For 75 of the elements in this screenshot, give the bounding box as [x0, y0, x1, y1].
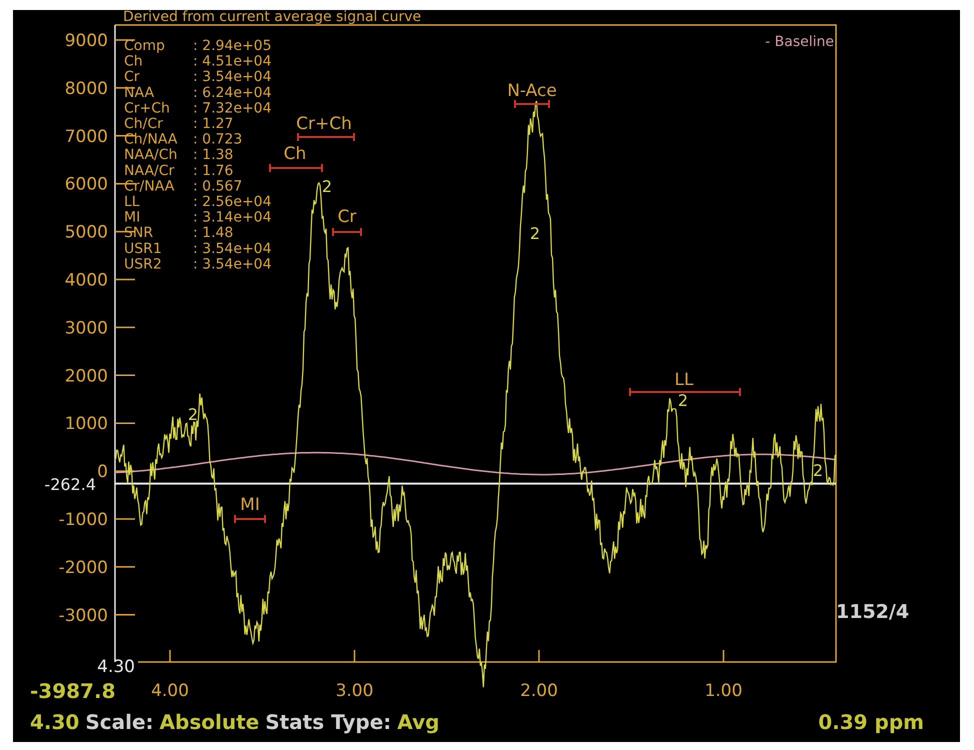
- stat-value: : 3.54e+04: [193, 240, 272, 257]
- stat-label: USR1: [124, 240, 162, 257]
- peak-range-bar: [514, 99, 550, 109]
- peak-label: MI: [240, 495, 260, 515]
- stat-value: : 3.54e+04: [193, 69, 272, 86]
- peak-range-bar: [269, 163, 323, 173]
- y-tick-label: 8000: [64, 78, 108, 99]
- peak-range-bar: [297, 132, 355, 142]
- y-tick-label: 0: [97, 462, 108, 482]
- stat-label: Ch/Cr: [124, 116, 163, 132]
- stat-value: : 1.76: [193, 162, 234, 179]
- y-tick-label: -2000: [58, 558, 108, 578]
- stat-label: Cr/NAA: [124, 178, 174, 194]
- peak-range-bar: [234, 514, 266, 524]
- stat-label: Ch: [124, 54, 143, 70]
- x-tick-label: 3.00: [336, 681, 374, 701]
- peak-marker: 2: [530, 224, 540, 243]
- stat-label: SNR: [124, 225, 154, 242]
- x-start-label: 4.30: [97, 657, 135, 677]
- stat-label: NAA/Ch: [124, 147, 178, 164]
- stat-value: : 6.24e+04: [193, 84, 272, 101]
- peak-label: Ch: [284, 144, 306, 164]
- y-tick-label: 5000: [64, 222, 108, 243]
- stat-label: MI: [124, 210, 140, 226]
- peak-label: LL: [674, 370, 694, 390]
- stat-value: : 0.567: [193, 178, 242, 194]
- y-tick-label: 9000: [64, 31, 108, 51]
- peak-label: N-Ace: [507, 81, 557, 101]
- count-label: 1152/4: [836, 601, 910, 623]
- peak-marker: 2: [678, 391, 688, 410]
- y-tick-label: 7000: [64, 126, 108, 147]
- cursor-value: -262.4: [44, 475, 96, 494]
- peak-label: Cr: [338, 207, 356, 227]
- x-tick-label: 2.00: [520, 681, 558, 701]
- x-tick-label: 4.00: [151, 681, 189, 701]
- stat-value: : 2.94e+05: [193, 38, 272, 54]
- stat-label: Cr+Ch: [124, 100, 170, 116]
- stat-value: : 4.51e+04: [193, 54, 272, 70]
- y-tick-label: -3000: [58, 606, 108, 626]
- stat-label: Comp: [124, 38, 165, 54]
- min-value: -3987.8: [30, 679, 116, 703]
- y-tick-label: 6000: [64, 174, 108, 195]
- chart-title: Derived from current average signal curve: [123, 10, 422, 25]
- y-tick-label: 1000: [64, 414, 108, 434]
- stat-value: : 1.38: [193, 147, 234, 164]
- x-tick-label: 1.00: [704, 681, 742, 701]
- scale-label: Scale:: [85, 712, 154, 732]
- legend-label: - Baseline: [765, 34, 834, 50]
- stat-value: : 7.32e+04: [193, 100, 272, 116]
- stats-type-value: Avg: [397, 712, 440, 732]
- y-tick-label: 4000: [64, 270, 108, 290]
- end-ppm: 0.39 ppm: [818, 712, 924, 732]
- peak-marker: 2: [322, 177, 332, 196]
- stat-value: : 0.723: [193, 132, 242, 148]
- stats-type-label: Stats Type:: [265, 712, 392, 732]
- peak-label: Cr+Ch: [296, 114, 352, 134]
- stat-label: Cr: [124, 69, 140, 86]
- stat-label: Ch/NAA: [124, 132, 178, 148]
- stat-value: : 2.56e+04: [193, 194, 272, 210]
- y-tick-label: 2000: [64, 366, 108, 386]
- stat-value: : 1.48: [193, 225, 234, 242]
- stat-label: NAA/Cr: [124, 162, 174, 179]
- peak-marker: 2: [812, 461, 824, 480]
- stat-value: : 3.54e+04: [193, 256, 272, 272]
- y-tick-label: 3000: [64, 318, 108, 338]
- scale-value: Absolute: [160, 712, 260, 732]
- y-tick-label: -1000: [58, 510, 108, 530]
- start-ppm: 4.30: [30, 712, 80, 732]
- peak-marker: 2: [188, 405, 198, 424]
- stat-label: NAA: [124, 84, 154, 101]
- stat-value: : 3.14e+04: [193, 210, 272, 226]
- stat-value: : 1.27: [193, 116, 234, 132]
- stat-label: USR2: [124, 256, 162, 272]
- peak-range-bar: [332, 227, 362, 237]
- stat-label: LL: [124, 194, 140, 210]
